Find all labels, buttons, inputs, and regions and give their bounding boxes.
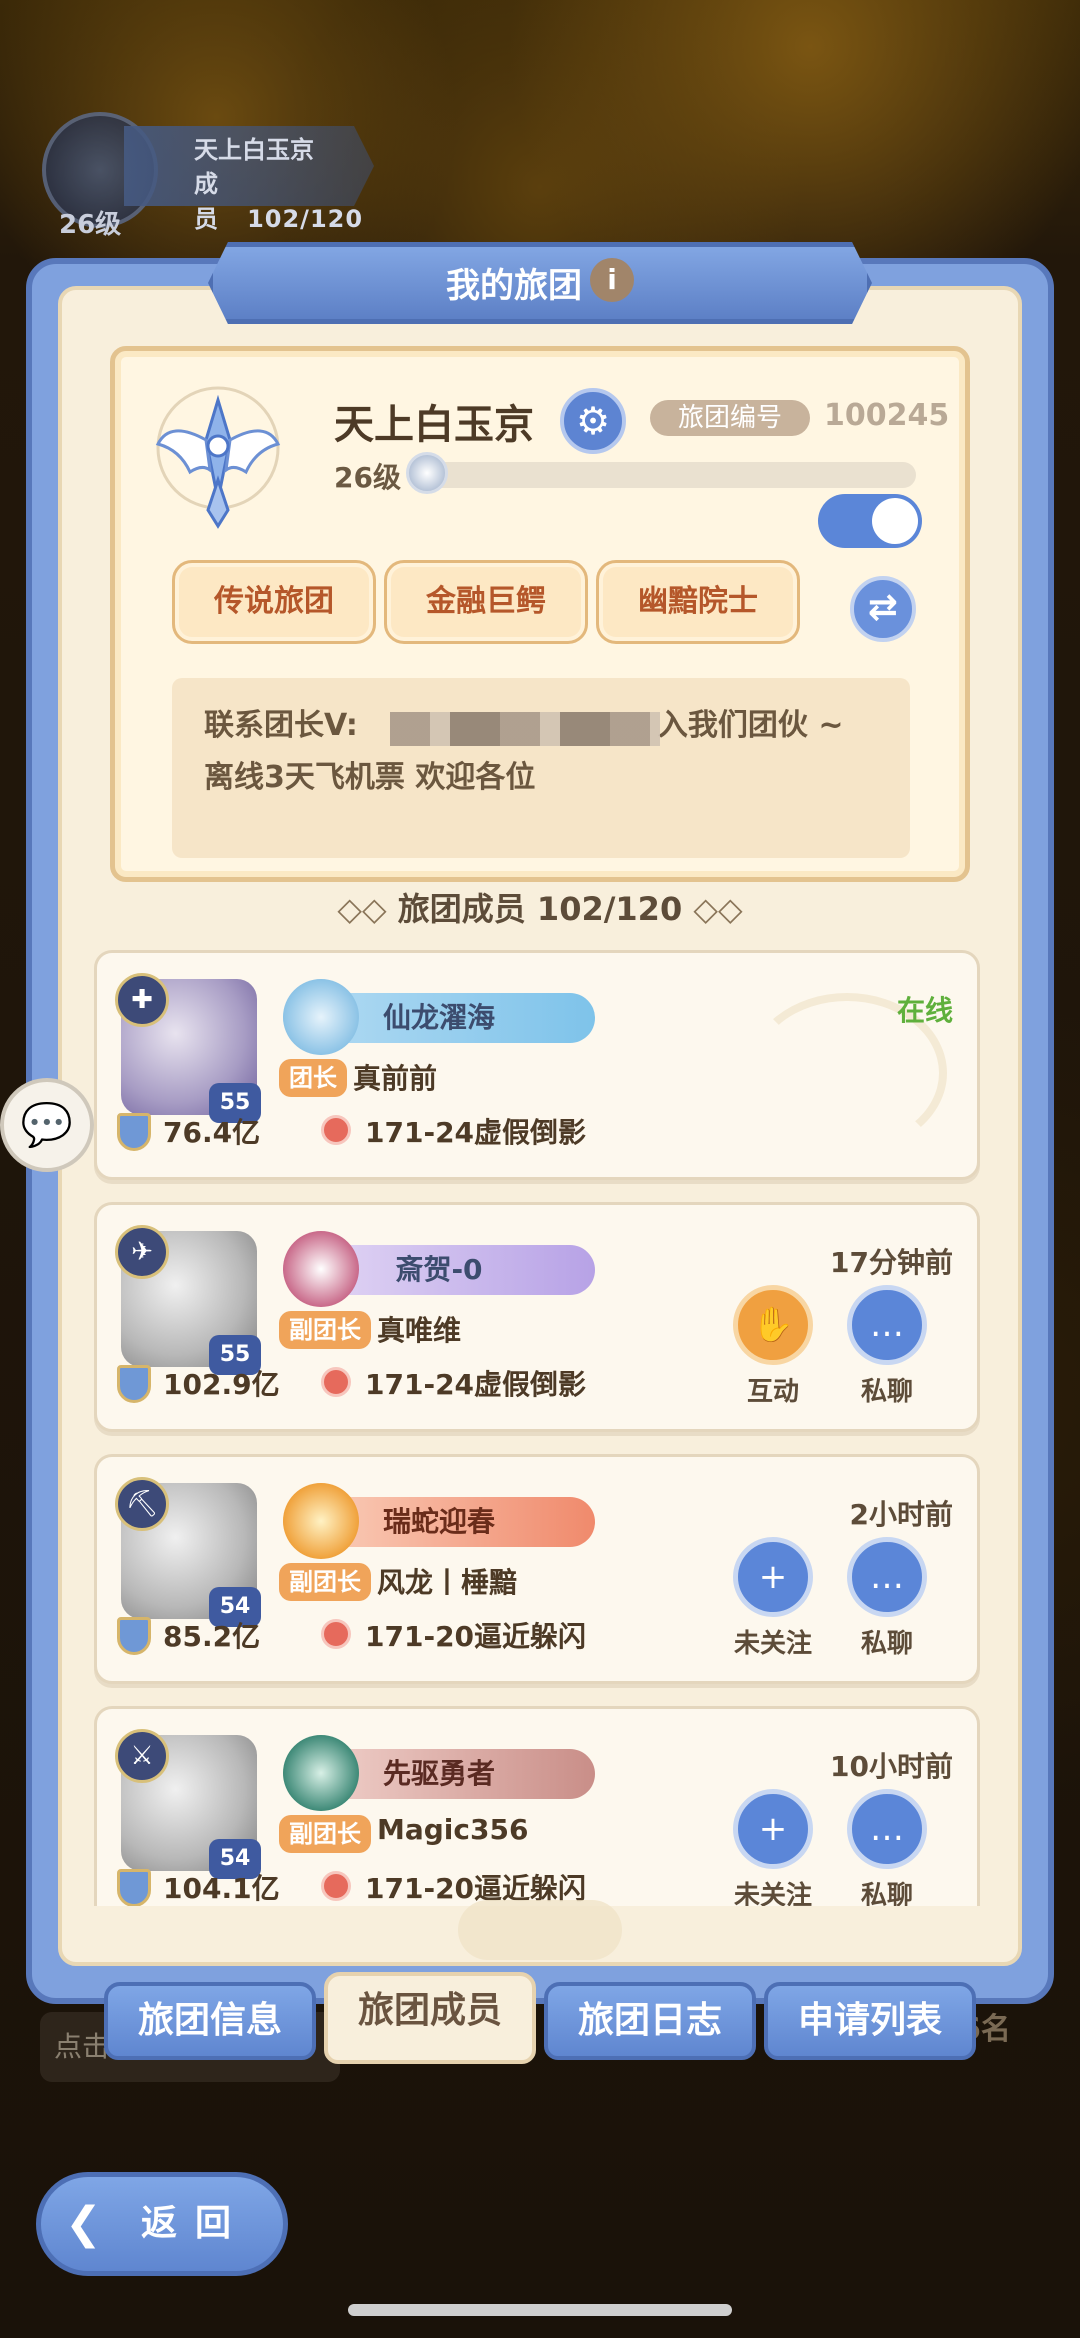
tab-guild-members[interactable]: 旅团成员 [324, 1972, 536, 2064]
chat-bubble-icon[interactable]: 💬 [0, 1078, 94, 1172]
member-status: 10小时前 [830, 1750, 953, 1783]
power-shield-icon [117, 1113, 151, 1151]
member-server: 171-24虚假倒影 [365, 1368, 587, 1401]
interact-label[interactable]: 互动 [713, 1371, 833, 1408]
guild-level: 26级 [334, 461, 401, 494]
guild-tag[interactable]: 幽黯院士 [596, 560, 800, 644]
handshake-interact-icon[interactable]: ✋ [733, 1285, 813, 1365]
guild-settings-gear-icon[interactable]: ⚙ [560, 388, 626, 454]
follow-user-icon[interactable]: + [733, 1537, 813, 1617]
rank-icon: ✚ [115, 973, 169, 1027]
member-status: 在线 [896, 994, 953, 1027]
tab-guild-info[interactable]: 旅团信息 [104, 1982, 316, 2060]
member-power: 85.2亿 [163, 1620, 261, 1653]
member-role-badge: 副团长 [279, 1815, 371, 1853]
back-button[interactable]: ❮ 返回 [36, 2172, 288, 2276]
member-name: 真前前 [353, 1062, 438, 1095]
rank-icon: ✈ [115, 1225, 169, 1279]
tab-guild-log[interactable]: 旅团日志 [544, 1982, 756, 2060]
member-card[interactable]: ✚ 55 仙龙濯海 团长 真前前 76.4亿 171-24虚假倒影 在线 [94, 950, 980, 1180]
back-chevron-icon: ❮ [65, 2198, 102, 2249]
guild-toggle-switch[interactable] [818, 494, 922, 548]
power-shield-icon [117, 1869, 151, 1906]
guild-tag[interactable]: 传说旅团 [172, 560, 376, 644]
location-pin-icon [321, 1871, 351, 1901]
power-shield-icon [117, 1617, 151, 1655]
badge-guild-name: 天上白玉京 [194, 136, 314, 164]
location-pin-icon [321, 1115, 351, 1145]
swap-tags-icon[interactable]: ⇄ [850, 576, 916, 642]
golden-cat-nameplate-icon [283, 1483, 359, 1559]
back-label: 返回 [141, 2203, 250, 2244]
member-avatar[interactable]: ✚ 55 [115, 973, 261, 1123]
follow-user-icon[interactable]: + [733, 1789, 813, 1869]
member-server: 171-20逼近躲闪 [365, 1620, 587, 1653]
location-pin-icon [321, 1367, 351, 1397]
member-role-badge: 副团长 [279, 1311, 371, 1349]
guild-name: 天上白玉京 [334, 402, 534, 448]
tab-apply-list[interactable]: 申请列表 [764, 1982, 976, 2060]
member-power: 104.1亿 [163, 1872, 280, 1905]
follow-label[interactable]: 未关注 [713, 1875, 833, 1906]
members-header: ◇◇ 旅团成员 102/120 ◇◇ [337, 890, 743, 928]
location-pin-icon [321, 1619, 351, 1649]
private-chat-label[interactable]: 私聊 [827, 1623, 947, 1660]
redacted-contact [390, 712, 660, 746]
guild-wing-emblem-icon [155, 386, 281, 529]
member-list[interactable]: ✚ 55 仙龙濯海 团长 真前前 76.4亿 171-24虚假倒影 在线 ✈ 5… [80, 950, 1000, 1906]
guild-id-label: 旅团编号 [650, 400, 810, 436]
chat-bubble-icon[interactable]: … [847, 1789, 927, 1869]
shield-nameplate-icon [283, 1735, 359, 1811]
info-icon[interactable]: i [590, 258, 634, 302]
level-gem-icon [406, 452, 448, 494]
badge-level: 26级 [59, 210, 122, 240]
member-name: 风龙丨棰黯 [377, 1566, 518, 1599]
rank-icon: ⛏ [115, 1477, 169, 1531]
home-indicator[interactable] [348, 2304, 732, 2316]
member-server: 171-24虚假倒影 [365, 1116, 587, 1149]
bottom-tabs: 旅团信息 旅团成员 旅团日志 申请列表 [0, 1972, 1080, 2064]
member-avatar[interactable]: ⛏ 54 [115, 1477, 261, 1627]
member-avatar[interactable]: ✈ 55 [115, 1225, 261, 1375]
power-shield-icon [117, 1365, 151, 1403]
member-card[interactable]: ⚔ 54 先驱勇者 副团长 Magic356 104.1亿 171-20逼近躲闪… [94, 1706, 980, 1906]
member-role-badge: 团长 [279, 1059, 347, 1097]
member-power: 102.9亿 [163, 1368, 280, 1401]
panel-title: 我的旅团 i [0, 258, 1080, 307]
guild-tag[interactable]: 金融巨鳄 [384, 560, 588, 644]
member-role-badge: 副团长 [279, 1563, 371, 1601]
chat-bubble-icon[interactable]: … [847, 1285, 927, 1365]
member-card[interactable]: ⛏ 54 瑞蛇迎春 副团长 风龙丨棰黯 85.2亿 171-20逼近躲闪 2小时… [94, 1454, 980, 1684]
rank-icon: ⚔ [115, 1729, 169, 1783]
member-avatar[interactable]: ⚔ 54 [115, 1729, 261, 1879]
member-name: 真唯维 [377, 1314, 462, 1347]
member-name: Magic356 [377, 1813, 529, 1846]
follow-label[interactable]: 未关注 [713, 1623, 833, 1660]
member-power: 76.4亿 [163, 1116, 261, 1149]
nameplate-emblem-icon [283, 1231, 359, 1307]
member-status: 2小时前 [849, 1498, 953, 1531]
guild-id-value: 100245 [824, 398, 950, 433]
member-status: 17分钟前 [830, 1246, 953, 1279]
guild-level-progress [410, 462, 916, 488]
member-card[interactable]: ✈ 55 斎贺-0 副团长 真唯维 102.9亿 171-24虚假倒影 17分钟… [94, 1202, 980, 1432]
toggle-knob [872, 498, 918, 544]
private-chat-label[interactable]: 私聊 [827, 1371, 947, 1408]
chat-bubble-icon[interactable]: … [847, 1537, 927, 1617]
dragon-nameplate-icon [283, 979, 359, 1055]
guild-badge-topbar[interactable]: 天上白玉京 成员 102/120 26级 [14, 112, 374, 240]
panel-bottom-ornament [458, 1900, 622, 1960]
private-chat-label[interactable]: 私聊 [827, 1875, 947, 1906]
badge-members: 成员 102/120 [194, 170, 364, 233]
